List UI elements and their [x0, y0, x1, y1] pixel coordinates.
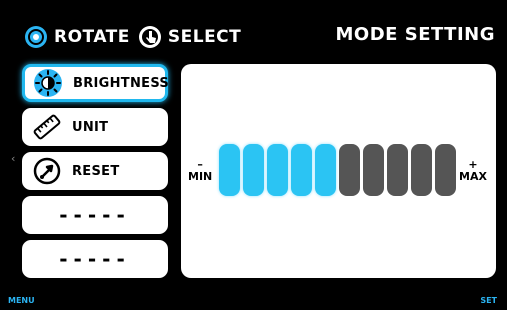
rotate-label: ROTATE: [54, 27, 130, 47]
control-hints: ROTATE SELECT: [24, 22, 249, 52]
level-segment-filled: [243, 144, 264, 196]
menu-item-placeholder: -----: [59, 203, 131, 227]
level-segment-filled: [315, 144, 336, 196]
select-press-icon: [138, 26, 161, 48]
menu-item-empty-1[interactable]: -----: [22, 196, 168, 234]
plus-symbol: +: [468, 158, 478, 171]
select-label: SELECT: [167, 27, 242, 47]
level-segment-empty: [339, 144, 360, 196]
menu-item-unit[interactable]: UNIT: [22, 108, 168, 146]
menu-item-reset[interactable]: RESET: [22, 152, 168, 190]
minus-symbol: –: [197, 158, 203, 171]
ruler-icon: [33, 114, 61, 140]
rotate-knob-icon: [25, 26, 47, 48]
level-segment-empty: [363, 144, 384, 196]
max-label: MAX: [459, 170, 487, 183]
menu-item-label: BRIGHTNESS: [73, 75, 170, 91]
menu-item-label: UNIT: [72, 119, 109, 135]
min-label: MIN: [188, 170, 213, 183]
menu-item-placeholder: -----: [59, 247, 131, 271]
level-segment-empty: [387, 144, 408, 196]
page-title: MODE SETTING: [335, 24, 495, 45]
level-segment-empty: [435, 144, 456, 196]
level-segment-filled: [219, 144, 240, 196]
menu-item-brightness[interactable]: BRIGHTNESS: [22, 64, 170, 102]
set-softkey-label[interactable]: SET: [480, 296, 497, 305]
reset-icon: [33, 157, 61, 185]
level-segment-filled: [291, 144, 312, 196]
max-indicator: + MAX: [459, 158, 487, 183]
level-segment-filled: [267, 144, 288, 196]
level-bar[interactable]: [219, 144, 459, 196]
min-indicator: – MIN: [188, 158, 213, 183]
chevron-left-icon: ‹: [11, 152, 16, 165]
menu-softkey-label[interactable]: MENU: [8, 296, 35, 305]
menu-item-empty-2[interactable]: -----: [22, 240, 168, 278]
settings-menu: BRIGHTNESS UNIT RESET ----- -----: [22, 64, 170, 284]
brightness-level-panel: – MIN + MAX: [181, 64, 496, 278]
level-segment-empty: [411, 144, 432, 196]
brightness-icon: [34, 69, 62, 97]
menu-item-label: RESET: [72, 163, 120, 179]
